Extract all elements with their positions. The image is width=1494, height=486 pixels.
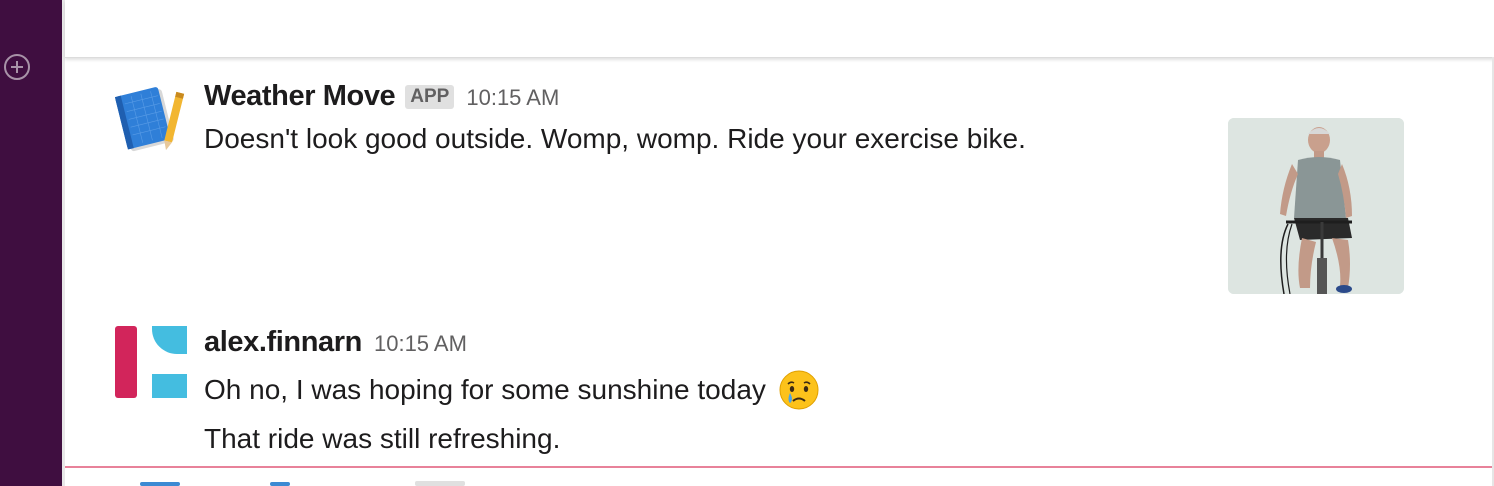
- message-text: Oh no, I was hoping for some sunshine to…: [204, 374, 766, 405]
- message-weather-move[interactable]: Weather Move APP 10:15 AM Doesn't look g…: [65, 70, 1492, 310]
- app-badge: APP: [405, 85, 455, 109]
- author-name[interactable]: alex.finnarn: [204, 326, 362, 359]
- message-text: That ride was still refreshing.: [204, 423, 561, 454]
- user-avatar[interactable]: [115, 326, 187, 398]
- author-name[interactable]: Weather Move: [204, 80, 396, 113]
- channel-header: [65, 0, 1494, 58]
- message-header: Weather Move APP 10:15 AM: [204, 80, 559, 113]
- next-message-author-fragment: [140, 482, 180, 486]
- next-message-badge-fragment: [415, 481, 465, 486]
- exercise-bike-photo[interactable]: [1228, 118, 1404, 294]
- crying-face-emoji: [779, 370, 819, 410]
- next-message-author-fragment: [270, 482, 290, 486]
- circle-plus-icon[interactable]: [3, 53, 31, 81]
- message-header: alex.finnarn 10:15 AM: [204, 326, 467, 359]
- workspace-sidebar: [0, 0, 62, 486]
- new-messages-divider: [65, 466, 1492, 468]
- timestamp[interactable]: 10:15 AM: [374, 331, 467, 357]
- message-text: Doesn't look good outside. Womp, womp. R…: [204, 123, 1026, 154]
- message-alex-finnarn[interactable]: alex.finnarn 10:15 AM Oh no, I was hopin…: [65, 318, 1492, 458]
- timestamp[interactable]: 10:15 AM: [466, 85, 559, 111]
- notebook-pencil-icon[interactable]: [115, 82, 187, 154]
- message-text-line: Oh no, I was hoping for some sunshine to…: [204, 369, 820, 411]
